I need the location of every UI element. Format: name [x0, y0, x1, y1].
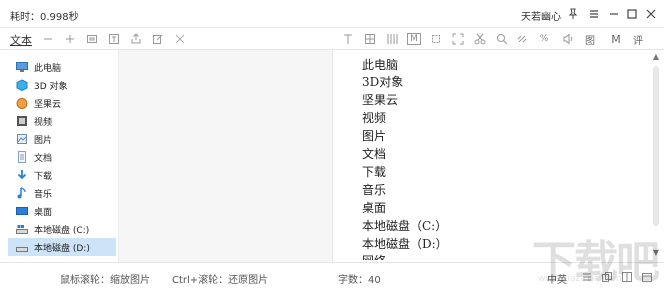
- sidebar-item-videos[interactable]: 视频: [8, 112, 116, 130]
- sidebar-item-nutstore[interactable]: 坚果云: [8, 94, 116, 112]
- scissors-icon[interactable]: [472, 31, 488, 47]
- text-frame-icon[interactable]: [106, 31, 122, 47]
- cube-3d-icon: [16, 79, 28, 92]
- text-line: 此电脑: [362, 58, 399, 72]
- sidebar-item-label: 本地磁盘 (C:): [34, 225, 90, 236]
- disk-c-icon: [16, 223, 28, 235]
- text-line: 网络: [362, 252, 386, 260]
- text-format-icon[interactable]: [340, 31, 356, 47]
- text-line: 文档: [362, 147, 387, 161]
- image-lang-icon[interactable]: 图: [582, 31, 598, 47]
- split-icon[interactable]: [620, 270, 634, 284]
- frame-icon[interactable]: [84, 31, 100, 47]
- percent-label: %: [539, 34, 549, 44]
- pin-icon[interactable]: [563, 4, 583, 24]
- vertical-scrollbar[interactable]: ▲ ▼: [650, 52, 662, 260]
- image-preview-pane: [118, 50, 333, 262]
- plus-icon[interactable]: [62, 31, 78, 47]
- clear-icon[interactable]: [172, 31, 188, 47]
- sidebar-item-label: 音乐: [34, 189, 53, 200]
- export-icon[interactable]: [128, 31, 144, 47]
- text-line: 音乐: [362, 183, 387, 197]
- elapsed-time-label: 耗时：0.998秒: [10, 12, 79, 23]
- language-toggle[interactable]: 中英: [547, 271, 567, 286]
- sidebar-item-this-pc[interactable]: 此电脑: [8, 58, 116, 76]
- sidebar-item-label: 桌面: [34, 207, 53, 218]
- text-line: 3D对象: [362, 75, 404, 89]
- maximize-icon[interactable]: [622, 4, 642, 24]
- ctrl-wheel-hint: Ctrl+滚轮：还原图片: [172, 275, 269, 286]
- sidebar-item-documents[interactable]: 文档: [8, 148, 116, 166]
- music-icon: [16, 187, 28, 199]
- nut-cloud-icon: [16, 97, 28, 109]
- columns-icon[interactable]: [384, 31, 400, 47]
- download-icon: [16, 169, 28, 181]
- link-icon[interactable]: [514, 31, 530, 47]
- image-lang-label: 图: [585, 35, 595, 47]
- search-icon[interactable]: [494, 31, 510, 47]
- desktop-icon: [16, 205, 28, 217]
- sidebar-item-label: 视频: [34, 117, 53, 128]
- window-icon[interactable]: [640, 270, 654, 284]
- markdown-label: M: [407, 33, 421, 45]
- sidebar-item-desktop[interactable]: 桌面: [8, 202, 116, 220]
- sidebar-tree: 此电脑 3D 对象 坚果云 视频 图片 文档 下载 音乐 桌面 本地磁盘 (C:…: [8, 58, 118, 262]
- sidebar-item-label: 本地磁盘 (D:): [34, 243, 90, 254]
- minimize-icon[interactable]: [604, 4, 624, 24]
- crop-icon[interactable]: [428, 31, 444, 47]
- scroll-down-icon[interactable]: ▼: [650, 248, 662, 260]
- sidebar-item-label: 坚果云: [34, 99, 62, 110]
- close-icon[interactable]: [641, 4, 661, 24]
- copy-icon[interactable]: [600, 270, 614, 284]
- picture-icon: [16, 133, 28, 145]
- sidebar-item-label: 此电脑: [34, 63, 62, 74]
- text-line: 下载: [362, 165, 387, 179]
- scroll-up-icon[interactable]: ▲: [650, 52, 662, 64]
- sidebar-item-disk-d[interactable]: 本地磁盘 (D:): [8, 238, 116, 256]
- mode-m-label: M: [611, 32, 621, 46]
- menu-icon[interactable]: [584, 4, 604, 24]
- sidebar-item-music[interactable]: 音乐: [8, 184, 116, 202]
- table-icon[interactable]: [362, 31, 378, 47]
- sidebar-item-label: 下载: [34, 171, 53, 182]
- sidebar-item-downloads[interactable]: 下载: [8, 166, 116, 184]
- sidebar-item-pictures[interactable]: 图片: [8, 130, 116, 148]
- video-icon: [16, 115, 28, 127]
- text-line: 本地磁盘（D:）: [362, 237, 448, 251]
- list-icon[interactable]: [580, 270, 594, 284]
- review-label: 评: [633, 35, 643, 47]
- disk-d-icon: [16, 241, 28, 253]
- ocr-result-text[interactable]: 此电脑 3D对象 坚果云 视频 图片 文档 下载 音乐 桌面 本地磁盘（C:） …: [334, 52, 650, 260]
- review-icon[interactable]: 评: [630, 31, 646, 47]
- text-menu[interactable]: 文本: [10, 32, 32, 48]
- text-line: 图片: [362, 129, 387, 143]
- sidebar-item-disk-c[interactable]: 本地磁盘 (C:): [8, 220, 116, 238]
- markdown-icon[interactable]: M: [406, 31, 422, 47]
- minus-icon[interactable]: [40, 31, 56, 47]
- mode-m-icon[interactable]: M: [608, 31, 624, 47]
- text-line: 本地磁盘（C:）: [362, 219, 448, 233]
- title-bar: 耗时：0.998秒 天若幽心: [0, 0, 664, 28]
- screenshot-icon[interactable]: [450, 31, 466, 47]
- sidebar-item-label: 文档: [34, 153, 53, 164]
- document-icon: [16, 151, 28, 163]
- toolbar: 文本 M % 图 M 评: [0, 28, 664, 50]
- speaker-icon[interactable]: [560, 31, 576, 47]
- status-bar: 鼠标滚轮：缩放图片 Ctrl+滚轮：还原图片 字数：40 中英: [0, 262, 664, 290]
- sidebar-item-3d-objects[interactable]: 3D 对象: [8, 76, 116, 94]
- text-line: 坚果云: [362, 93, 399, 107]
- char-count: 字数：40: [338, 275, 381, 286]
- brand-label: 天若幽心: [521, 12, 561, 23]
- sidebar-item-label: 图片: [34, 135, 53, 146]
- edit-icon[interactable]: [150, 31, 166, 47]
- wheel-hint: 鼠标滚轮：缩放图片: [60, 275, 150, 286]
- text-line: 视频: [362, 111, 387, 125]
- scroll-thumb[interactable]: [653, 66, 659, 226]
- text-line: 桌面: [362, 201, 387, 215]
- computer-icon: [16, 61, 28, 73]
- sidebar-item-label: 3D 对象: [34, 81, 68, 92]
- percent-icon[interactable]: %: [536, 31, 552, 47]
